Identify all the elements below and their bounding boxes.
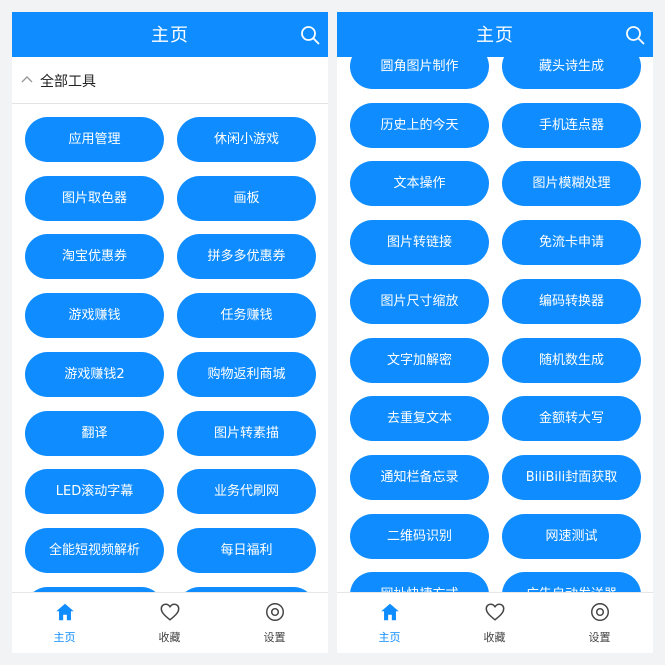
nav-item-settings[interactable]: 设置 xyxy=(547,593,652,647)
section-title: 全部工具 xyxy=(40,74,96,90)
tool-button[interactable]: 文本操作 xyxy=(350,161,489,207)
tool-grid: 应用管理 休闲小游戏 图片取色器 画板 淘宝优惠券 拼多多优惠券 游戏赚钱 任务赚钱 游戏赚钱2… xyxy=(12,104,328,593)
tool-button[interactable]: 去重复文本 xyxy=(350,396,489,442)
chevron-up-icon xyxy=(21,76,33,83)
tool-button[interactable]: 历史上的今天 xyxy=(350,102,489,148)
tool-button[interactable]: 免流卡申请 xyxy=(502,220,641,266)
tool-button[interactable]: 广告自动发送器 xyxy=(502,572,641,593)
tool-button[interactable]: 金额转大写 xyxy=(502,396,641,442)
search-icon[interactable] xyxy=(300,25,320,45)
page-title: 主页 xyxy=(476,25,514,46)
nav-item-home[interactable]: 主页 xyxy=(12,593,117,647)
tool-button[interactable]: 藏头诗生成 xyxy=(502,57,641,89)
tool-button[interactable]: 通知栏备忘录 xyxy=(350,454,489,500)
tool-button[interactable]: 游戏赚钱2 xyxy=(25,351,164,397)
top-bar: 主页 xyxy=(337,12,653,57)
tool-button[interactable]: LED滚动字幕 xyxy=(25,469,164,515)
nav-label: 主页 xyxy=(378,631,401,644)
tool-button[interactable]: 图片尺寸缩放 xyxy=(350,278,489,324)
search-icon[interactable] xyxy=(625,25,645,45)
tool-button[interactable]: 任务赚钱 xyxy=(177,293,316,339)
left-screen: 主页 全部工具 应用管理 休闲小游戏 图片取色器 画板 淘宝优惠券 拼多多优惠券 游戏赚钱任… xyxy=(12,12,328,653)
tool-button[interactable]: 淘宝优惠券 xyxy=(25,234,164,280)
right-screen: 主页 圆角图片制作 藏头诗生成 历史上的今天 手机连点器 文本操作 图片模糊处理 图片转链接… xyxy=(337,12,653,653)
tool-grid: 圆角图片制作 藏头诗生成 历史上的今天 手机连点器 文本操作 图片模糊处理 图片转链接 免流卡… xyxy=(337,57,653,593)
bottom-nav: 主页 收藏 设置 xyxy=(337,592,653,653)
tool-button[interactable]: 拼多多优惠券 xyxy=(177,234,316,280)
tool-button[interactable]: 网址快捷方式 xyxy=(350,572,489,593)
nav-label: 主页 xyxy=(53,631,76,644)
tool-button[interactable]: 图片模糊处理 xyxy=(502,161,641,207)
nav-label: 收藏 xyxy=(483,631,506,644)
nav-item-home[interactable]: 主页 xyxy=(337,593,442,647)
nav-label: 设置 xyxy=(588,631,611,644)
tool-button[interactable]: 画板 xyxy=(177,175,316,221)
tool-button[interactable]: 翻译 xyxy=(25,410,164,456)
page-title: 主页 xyxy=(151,25,189,46)
home-icon xyxy=(56,603,74,621)
tool-button[interactable]: 图片取色器 xyxy=(25,175,164,221)
tool-button[interactable]: 手机连点器 xyxy=(502,102,641,148)
settings-icon xyxy=(591,603,609,621)
tool-button[interactable]: 休闲小游戏 xyxy=(177,117,316,162)
nav-item-settings[interactable]: 设置 xyxy=(222,593,327,647)
tool-button[interactable]: 每日福利 xyxy=(177,527,316,573)
tool-button[interactable]: 编码转换器 xyxy=(502,278,641,324)
tool-button[interactable]: 购物返利商城 xyxy=(177,351,316,397)
tool-button[interactable]: 圆角图片制作 xyxy=(350,57,489,89)
top-bar: 主页 xyxy=(12,12,328,57)
tool-button[interactable]: 全能短视频解析 xyxy=(25,527,164,573)
tool-button[interactable]: 业务代刷网 xyxy=(177,469,316,515)
nav-item-favorites[interactable]: 收藏 xyxy=(117,593,222,647)
tool-button[interactable]: 图片转链接 xyxy=(350,220,489,266)
tool-button[interactable]: 图片转素描 xyxy=(177,410,316,456)
home-icon xyxy=(381,603,399,621)
tool-button[interactable]: 网速测试 xyxy=(502,513,641,559)
tool-button[interactable]: 游戏赚钱 xyxy=(25,293,164,339)
nav-label: 收藏 xyxy=(158,631,181,644)
nav-label: 设置 xyxy=(263,631,286,644)
heart-icon xyxy=(485,603,505,621)
tool-button[interactable]: 二维码识别 xyxy=(350,513,489,559)
tool-button[interactable]: 文字加解密 xyxy=(350,337,489,383)
heart-icon xyxy=(160,603,180,621)
all-tools-section-header[interactable]: 全部工具 xyxy=(12,57,328,104)
tool-button[interactable]: 随机数生成 xyxy=(502,337,641,383)
nav-item-favorites[interactable]: 收藏 xyxy=(442,593,547,647)
tool-button[interactable]: BiliBili封面获取 xyxy=(502,454,641,500)
tool-button[interactable]: 应用管理 xyxy=(25,117,164,162)
settings-icon xyxy=(266,603,284,621)
bottom-nav: 主页 收藏 设置 xyxy=(12,592,328,653)
